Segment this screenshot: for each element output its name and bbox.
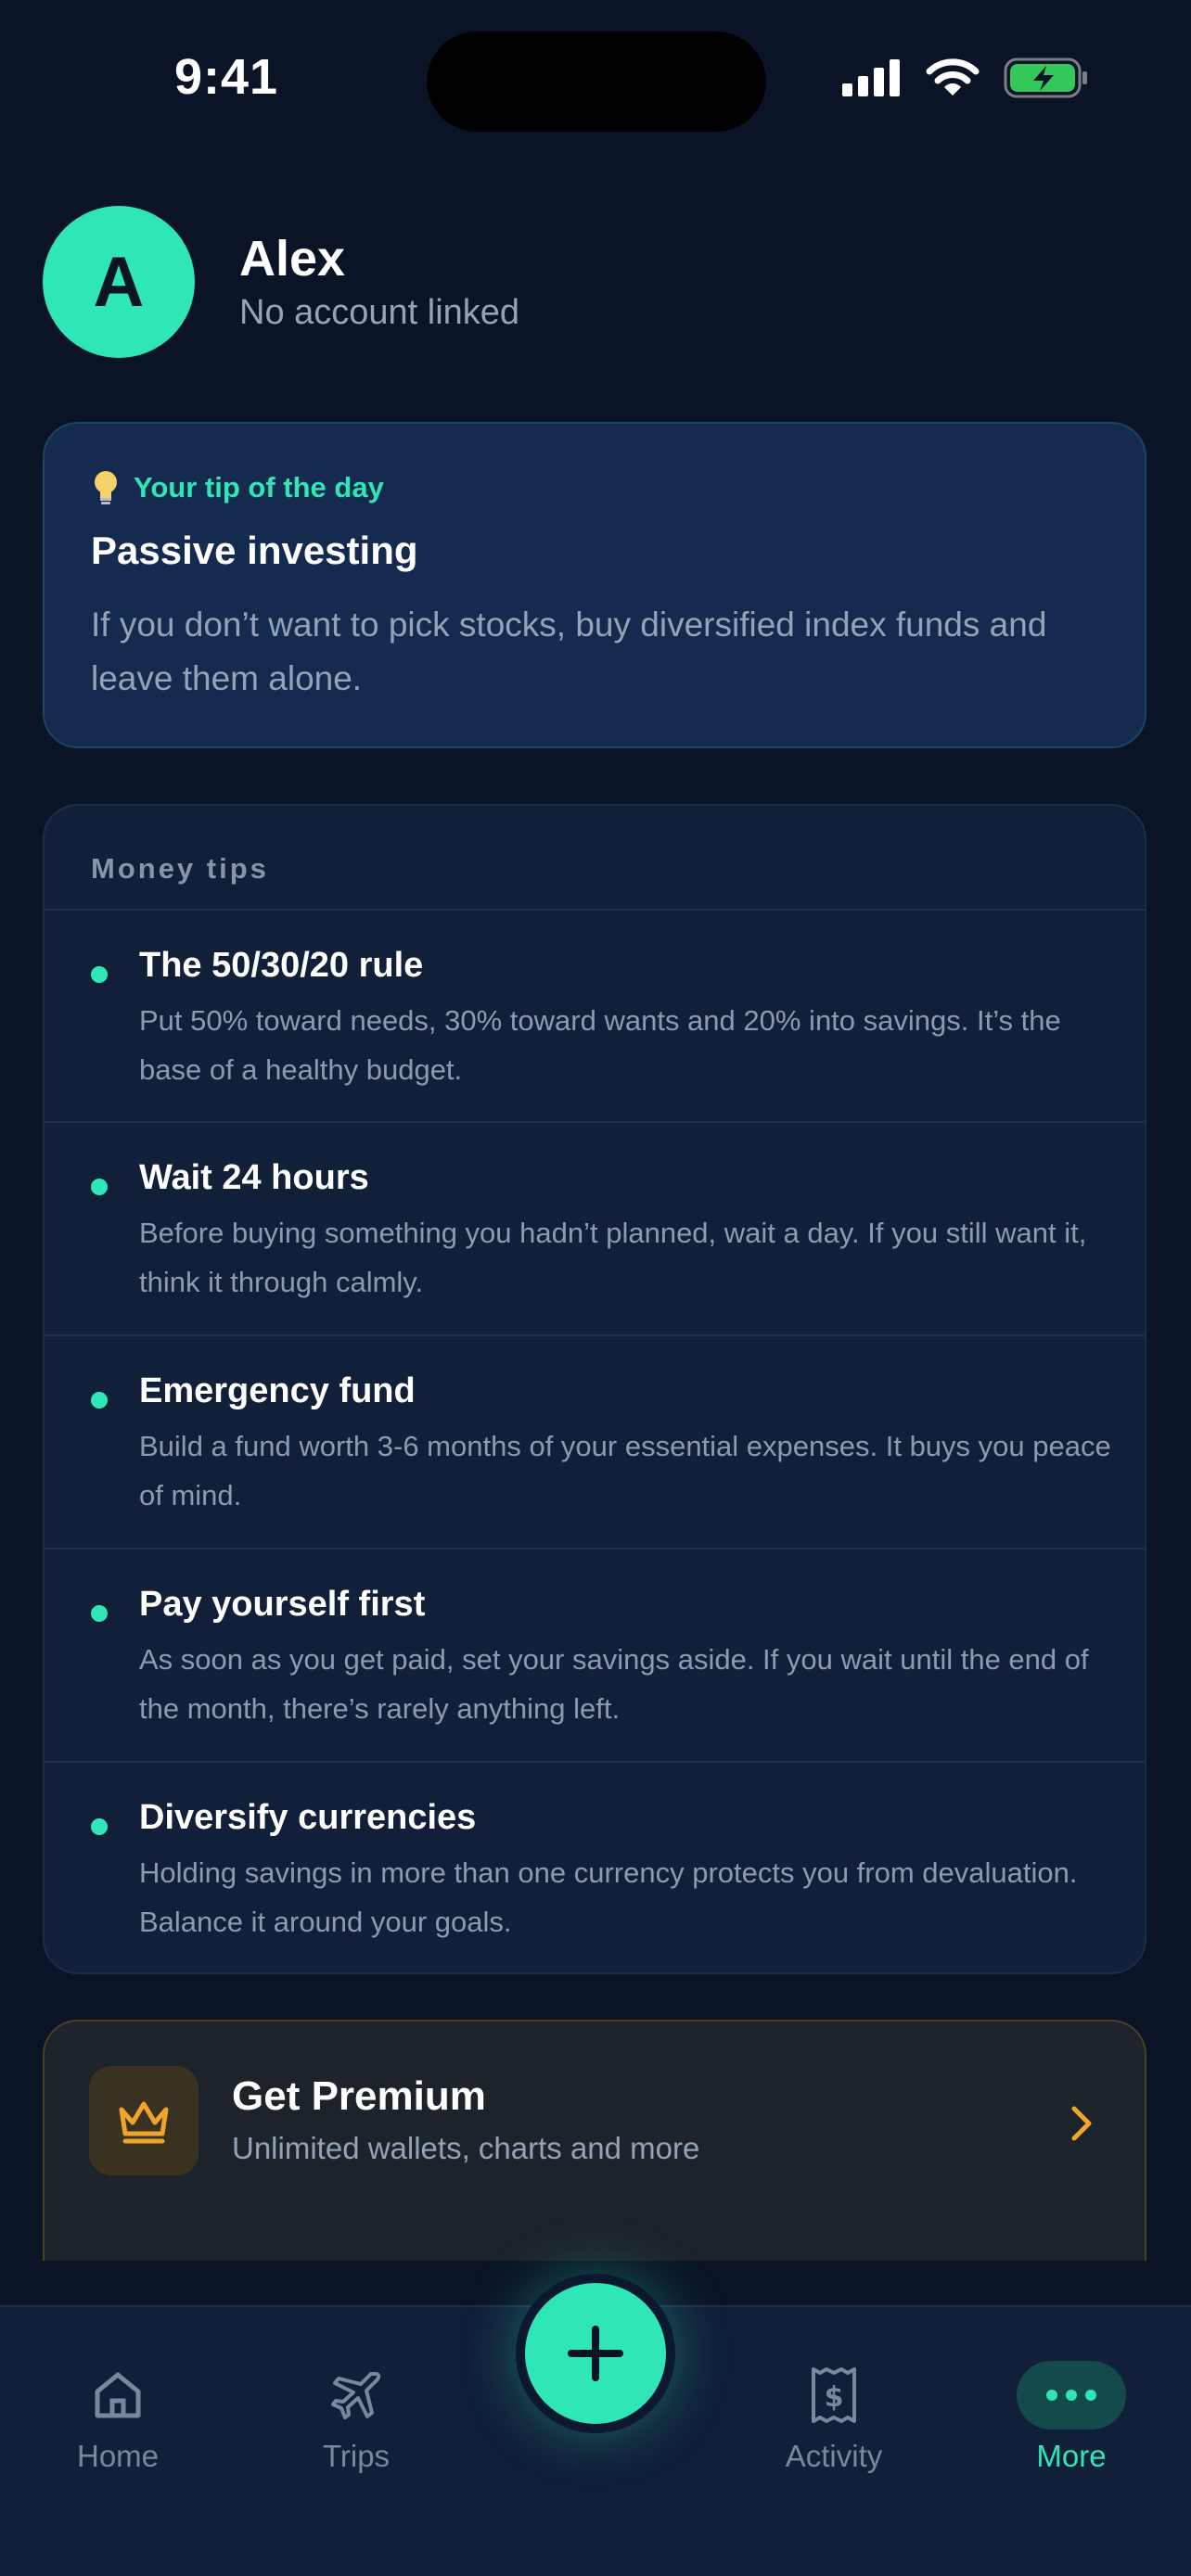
list-item[interactable]: Wait 24 hours Before buying something yo…	[45, 1121, 1145, 1333]
bullet-icon	[91, 1179, 108, 1195]
bullet-icon	[91, 1392, 108, 1409]
tab-more-label: More	[1036, 2439, 1107, 2473]
tip-item-title: The 50/30/20 rule	[139, 946, 424, 985]
bullet-icon	[91, 1605, 108, 1622]
list-item[interactable]: Emergency fund Build a fund worth 3-6 mo…	[45, 1334, 1145, 1547]
tip-item-title: Emergency fund	[139, 1371, 416, 1410]
list-item[interactable]: Diversify currencies Holding savings in …	[45, 1761, 1145, 1972]
list-item[interactable]: The 50/30/20 rule Put 50% toward needs, …	[45, 909, 1145, 1121]
tab-home[interactable]: Home	[25, 2363, 211, 2474]
wifi-icon	[926, 58, 980, 96]
plus-icon	[568, 2326, 623, 2381]
tab-home-label: Home	[76, 2439, 160, 2473]
tip-item-desc: Build a fund worth 3-6 months of your es…	[139, 1430, 1111, 1511]
home-icon	[95, 2372, 141, 2418]
tip-item-title: Wait 24 hours	[139, 1158, 369, 1197]
avatar[interactable]: A	[43, 206, 195, 358]
status-icons	[842, 57, 1089, 98]
battery-icon	[1004, 57, 1087, 98]
dynamic-island	[427, 32, 766, 132]
tab-activity-label: Activity	[785, 2439, 883, 2473]
tab-activity[interactable]: $ Activity	[741, 2363, 927, 2474]
more-icon	[1046, 2390, 1096, 2401]
get-premium-card[interactable]: Get Premium Unlimited wallets, charts an…	[43, 2020, 1146, 2261]
tip-body: If you don’t want to pick stocks, buy di…	[91, 606, 1047, 697]
premium-title: Get Premium	[232, 2073, 486, 2119]
premium-subtitle: Unlimited wallets, charts and more	[232, 2131, 700, 2165]
tip-item-title: Pay yourself first	[139, 1585, 426, 1624]
profile-name: Alex	[239, 231, 346, 287]
tip-kicker: Your tip of the day	[93, 470, 384, 505]
money-tips-header: Money tips	[91, 852, 269, 885]
lightbulb-icon	[95, 471, 117, 504]
tip-item-desc: Put 50% toward needs, 30% toward wants a…	[139, 1004, 1061, 1086]
bullet-icon	[91, 1818, 108, 1835]
tab-more[interactable]: More	[979, 2361, 1164, 2474]
svg-text:$: $	[825, 2381, 844, 2414]
money-tips-card: Money tips The 50/30/20 rule Put 50% tow…	[43, 804, 1146, 1974]
signal-icon	[842, 59, 900, 96]
receipt-icon: $	[812, 2367, 856, 2423]
tip-title: Passive investing	[91, 529, 418, 572]
tab-trips-label: Trips	[322, 2439, 391, 2473]
tip-item-desc: As soon as you get paid, set your saving…	[139, 1643, 1089, 1725]
bullet-icon	[91, 966, 108, 983]
more-pill	[1017, 2361, 1126, 2429]
tip-item-desc: Before buying something you hadn’t plann…	[139, 1217, 1087, 1298]
tab-trips[interactable]: Trips	[263, 2363, 449, 2474]
account-status: No account linked	[239, 293, 520, 332]
crown-icon-box	[89, 2066, 198, 2175]
tip-item-title: Diversify currencies	[139, 1798, 477, 1837]
tip-kicker-label: Your tip of the day	[134, 471, 384, 504]
chevron-right-icon	[1071, 2106, 1092, 2141]
tip-of-day-card[interactable]: Your tip of the day Passive investing If…	[43, 422, 1146, 748]
add-button[interactable]	[516, 2274, 675, 2433]
plane-icon	[331, 2372, 381, 2419]
list-item[interactable]: Pay yourself first As soon as you get pa…	[45, 1548, 1145, 1760]
crown-icon	[119, 2101, 169, 2144]
status-time: 9:41	[174, 49, 279, 105]
tip-item-desc: Holding savings in more than one currenc…	[139, 1856, 1078, 1938]
